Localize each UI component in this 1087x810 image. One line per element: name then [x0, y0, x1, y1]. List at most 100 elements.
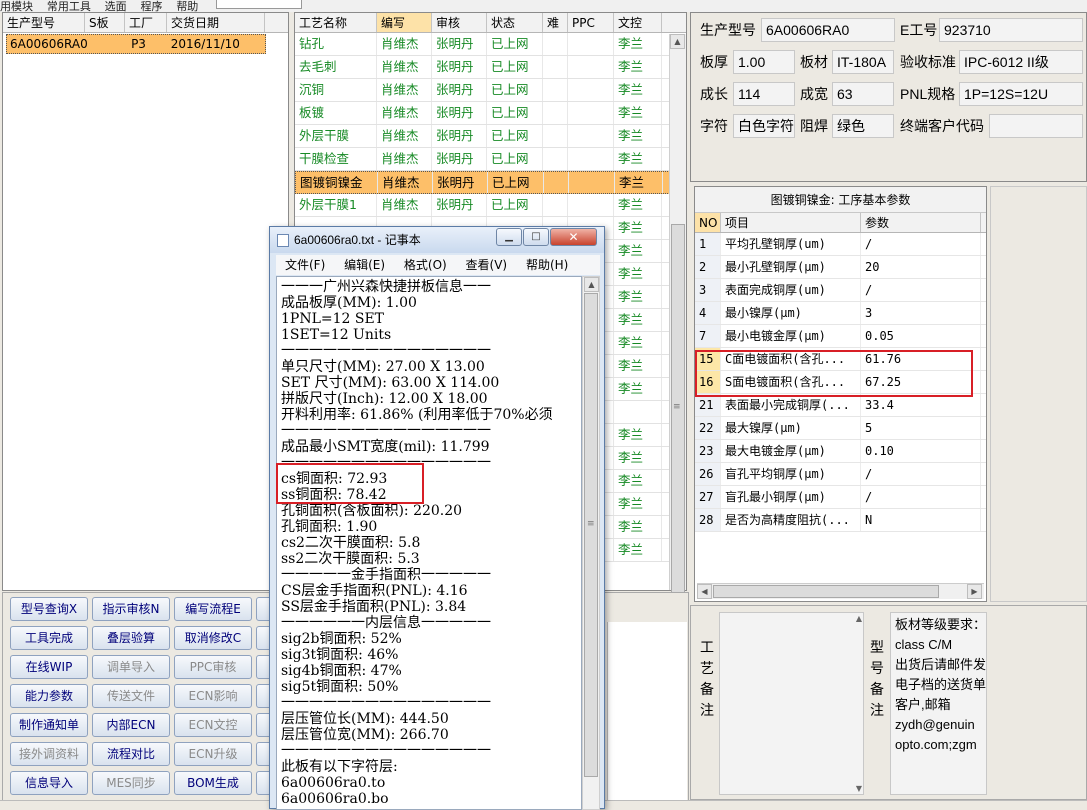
- notes-scroll-up-icon[interactable]: ▲: [856, 614, 862, 623]
- action-button[interactable]: 内部ECN: [92, 713, 170, 737]
- param-row[interactable]: 1 平均孔壁铜厚(um) /: [695, 233, 986, 256]
- notepad-scrollbar[interactable]: ▲ ≡: [582, 276, 600, 810]
- param-row[interactable]: 27 盲孔最小铜厚(μm) /: [695, 486, 986, 509]
- scroll-left-icon[interactable]: ◀: [697, 584, 712, 599]
- action-button[interactable]: 编写流程E: [174, 597, 252, 621]
- menu-combo[interactable]: [216, 0, 303, 9]
- action-button[interactable]: 取消修改C: [174, 626, 252, 650]
- action-button[interactable]: 指示审核N: [92, 597, 170, 621]
- menu-item-modules[interactable]: 用模块: [0, 1, 33, 12]
- col-ppc[interactable]: PPC: [568, 13, 614, 32]
- notepad-window[interactable]: 6a00606ra0.txt - 记事本 ▁ □ ✕ 文件(F) 编辑(E) 格…: [269, 226, 605, 810]
- close-icon[interactable]: ✕: [550, 228, 597, 246]
- action-button[interactable]: 在线WIP: [10, 655, 88, 679]
- highlight-area-params: [695, 350, 973, 397]
- np-menu-file[interactable]: 文件(F): [285, 258, 325, 272]
- process-row[interactable]: 外层干膜 肖维杰 张明丹 已上网 李兰: [295, 125, 686, 148]
- notes-scroll-down-icon[interactable]: ▼: [856, 784, 862, 793]
- param-value: N: [861, 509, 981, 531]
- width-field[interactable]: 63: [832, 82, 894, 106]
- col-status[interactable]: 状态: [487, 13, 543, 32]
- action-button[interactable]: 型号查询X: [10, 597, 88, 621]
- action-button[interactable]: ECN升级: [174, 742, 252, 766]
- col-doc-control[interactable]: 文控: [614, 13, 662, 32]
- np-menu-edit[interactable]: 编辑(E): [344, 258, 385, 272]
- col-writer[interactable]: 编写: [377, 13, 432, 32]
- action-button[interactable]: 叠层验算: [92, 626, 170, 650]
- param-row[interactable]: 2 最小孔壁铜厚(μm) 20: [695, 256, 986, 279]
- param-row[interactable]: 26 盲孔平均铜厚(μm) /: [695, 463, 986, 486]
- scroll-up-icon[interactable]: ▲: [670, 34, 685, 49]
- action-button[interactable]: 流程对比: [92, 742, 170, 766]
- customer-field[interactable]: [989, 114, 1083, 138]
- menu-item-program[interactable]: 程序: [140, 1, 162, 12]
- col-process-name[interactable]: 工艺名称: [295, 13, 377, 32]
- action-button[interactable]: ECN文控: [174, 713, 252, 737]
- char-field[interactable]: 白色字符: [733, 114, 795, 138]
- scroll-right-icon[interactable]: ▶: [967, 584, 982, 599]
- process-row[interactable]: 干膜检查 肖维杰 张明丹 已上网 李兰: [295, 148, 686, 171]
- order-row[interactable]: 6A00606RA0 P3 2016/11/10: [6, 34, 266, 54]
- col-no[interactable]: NO: [695, 213, 721, 232]
- action-button[interactable]: 信息导入: [10, 771, 88, 795]
- params-hscrollbar[interactable]: ◀ ▶: [697, 583, 984, 599]
- process-control: 李兰: [614, 125, 662, 147]
- action-button[interactable]: MES同步: [92, 771, 170, 795]
- np-menu-format[interactable]: 格式(O): [404, 258, 447, 272]
- col-reviewer[interactable]: 审核: [432, 13, 487, 32]
- param-row[interactable]: 7 最小电镀金厚(μm) 0.05: [695, 325, 986, 348]
- model-notes-box[interactable]: 板材等级要求： class C/M 出货后请邮件发 电子档的送货单 客户,邮箱 zydh@…: [890, 612, 987, 795]
- menu-item-tools[interactable]: 常用工具: [47, 1, 91, 12]
- pnl-field[interactable]: 1P=12S=12U: [959, 82, 1083, 106]
- notepad-text-area[interactable]: 一一一广州兴森快捷拼板信息一一 成品板厚(MM): 1.00 1PNL=12 SET…: [276, 276, 582, 810]
- param-row[interactable]: 3 表面完成铜厚(um) /: [695, 279, 986, 302]
- param-row[interactable]: 4 最小镍厚(μm) 3: [695, 302, 986, 325]
- process-scrollbar[interactable]: ▲ ≡: [669, 34, 686, 594]
- thick-field[interactable]: 1.00: [733, 50, 795, 74]
- np-scroll-up-icon[interactable]: ▲: [584, 277, 599, 292]
- material-field[interactable]: IT-180A: [832, 50, 894, 74]
- action-button[interactable]: ECN影响: [174, 684, 252, 708]
- action-button[interactable]: 工具完成: [10, 626, 88, 650]
- process-row[interactable]: 钻孔 肖维杰 张明丹 已上网 李兰: [295, 33, 686, 56]
- col-delivery-date[interactable]: 交货日期: [167, 13, 265, 32]
- mask-field[interactable]: 绿色: [832, 114, 894, 138]
- action-button[interactable]: BOM生成: [174, 771, 252, 795]
- process-notes-box[interactable]: ▲ ▼: [719, 612, 864, 795]
- process-reviewer: 张明丹: [432, 194, 487, 216]
- action-button[interactable]: PPC审核: [174, 655, 252, 679]
- process-reviewer: 张明丹: [432, 102, 487, 124]
- minimize-icon[interactable]: ▁: [496, 228, 522, 246]
- action-button[interactable]: 接外调资料: [10, 742, 88, 766]
- action-button[interactable]: 制作通知单: [10, 713, 88, 737]
- col-item[interactable]: 项目: [721, 213, 861, 232]
- col-difficulty[interactable]: 难: [543, 13, 568, 32]
- params-scroll-thumb[interactable]: [713, 585, 939, 598]
- param-row[interactable]: 23 最大电镀金厚(μm) 0.10: [695, 440, 986, 463]
- std-field[interactable]: IPC-6012 II级: [959, 50, 1083, 74]
- menu-item-select[interactable]: 选面: [105, 1, 127, 12]
- action-button[interactable]: 调单导入: [92, 655, 170, 679]
- menu-item-help[interactable]: 帮助: [176, 1, 198, 12]
- np-menu-help[interactable]: 帮助(H): [526, 258, 568, 272]
- param-row[interactable]: 21 表面最小完成铜厚(... 33.4: [695, 394, 986, 417]
- action-button[interactable]: 能力参数: [10, 684, 88, 708]
- col-factory[interactable]: 工厂: [125, 13, 167, 32]
- col-s-board[interactable]: S板: [85, 13, 125, 32]
- model-field[interactable]: 6A00606RA0: [761, 18, 895, 42]
- process-row[interactable]: 去毛刺 肖维杰 张明丹 已上网 李兰: [295, 56, 686, 79]
- np-scroll-thumb[interactable]: [584, 293, 598, 777]
- eno-field[interactable]: 923710: [939, 18, 1083, 42]
- col-model[interactable]: 生产型号: [3, 13, 85, 32]
- col-value[interactable]: 参数: [861, 213, 981, 232]
- np-menu-view[interactable]: 查看(V): [466, 258, 508, 272]
- length-field[interactable]: 114: [733, 82, 795, 106]
- process-row[interactable]: 沉铜 肖维杰 张明丹 已上网 李兰: [295, 79, 686, 102]
- process-row[interactable]: 板镀 肖维杰 张明丹 已上网 李兰: [295, 102, 686, 125]
- process-row[interactable]: 外层干膜1 肖维杰 张明丹 已上网 李兰: [295, 194, 686, 217]
- param-row[interactable]: 28 是否为高精度阻抗(... N: [695, 509, 986, 532]
- action-button[interactable]: 传送文件: [92, 684, 170, 708]
- param-row[interactable]: 22 最大镍厚(μm) 5: [695, 417, 986, 440]
- process-row[interactable]: 图镀铜镍金 肖维杰 张明丹 已上网 李兰: [295, 171, 686, 194]
- maximize-icon[interactable]: □: [523, 228, 549, 246]
